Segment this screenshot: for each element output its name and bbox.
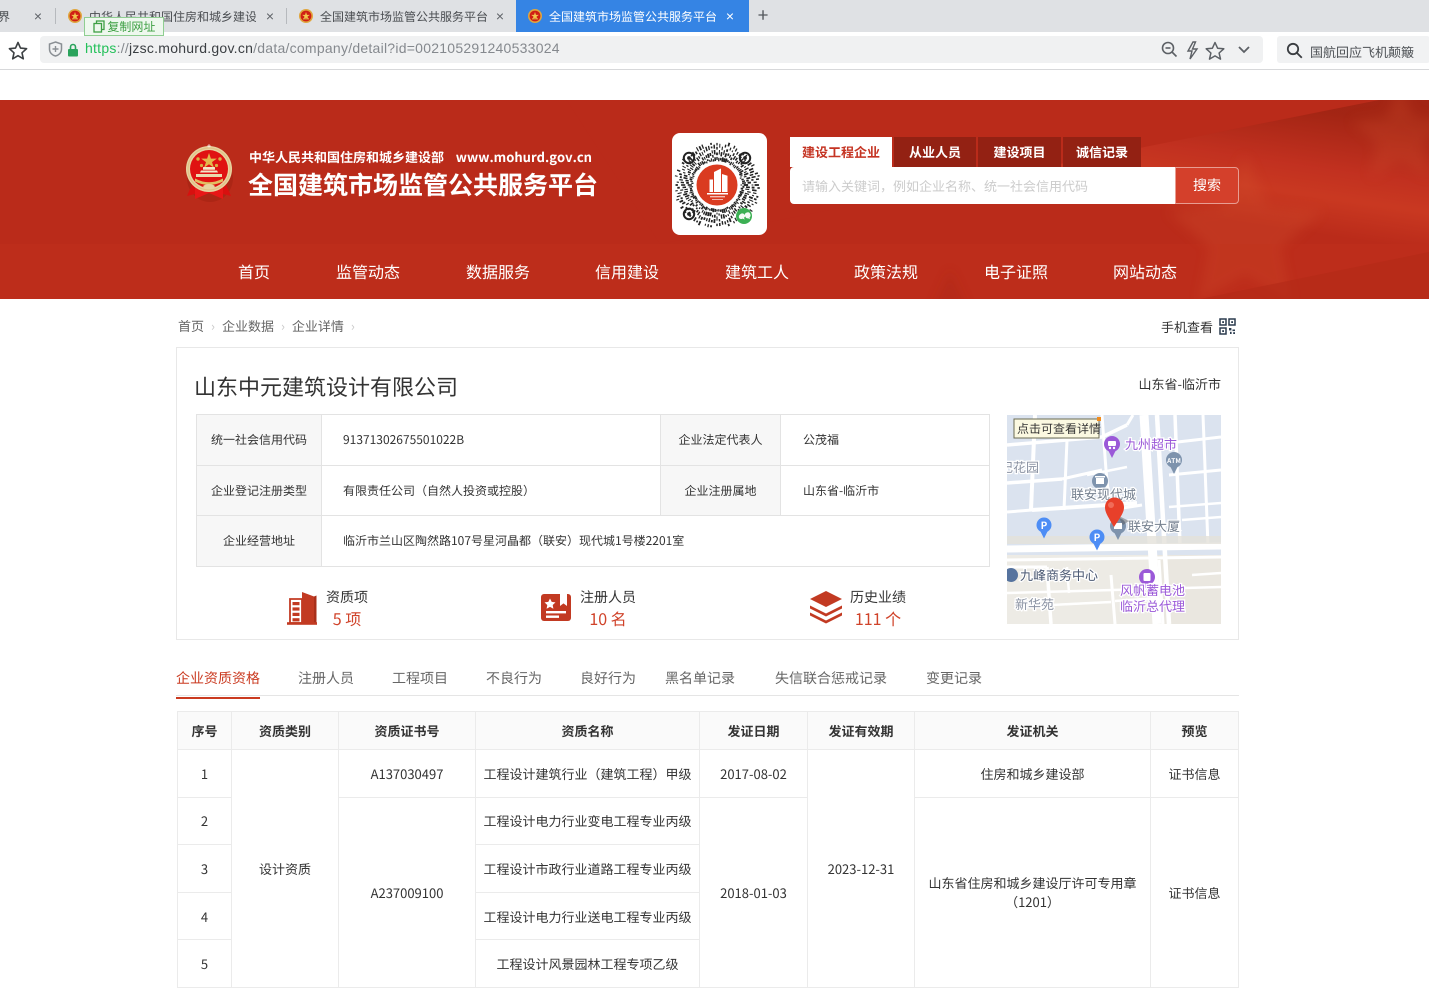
svg-text:记花园: 记花园 bbox=[1007, 457, 1039, 476]
svg-text:P: P bbox=[1094, 529, 1101, 544]
svg-text:联安现代城: 联安现代城 bbox=[1071, 484, 1136, 503]
svg-text:联安大厦: 联安大厦 bbox=[1128, 516, 1180, 535]
svg-text:九州超市: 九州超市 bbox=[1125, 434, 1177, 453]
svg-text:九峰商务中心: 九峰商务中心 bbox=[1020, 565, 1098, 584]
svg-text:新华苑: 新华苑 bbox=[1015, 594, 1054, 613]
svg-text:点击可查看详情: 点击可查看详情 bbox=[1017, 420, 1101, 437]
svg-text:ATM: ATM bbox=[1166, 455, 1181, 465]
svg-text:临沂总代理: 临沂总代理 bbox=[1120, 596, 1185, 615]
svg-text:P: P bbox=[1041, 517, 1048, 532]
